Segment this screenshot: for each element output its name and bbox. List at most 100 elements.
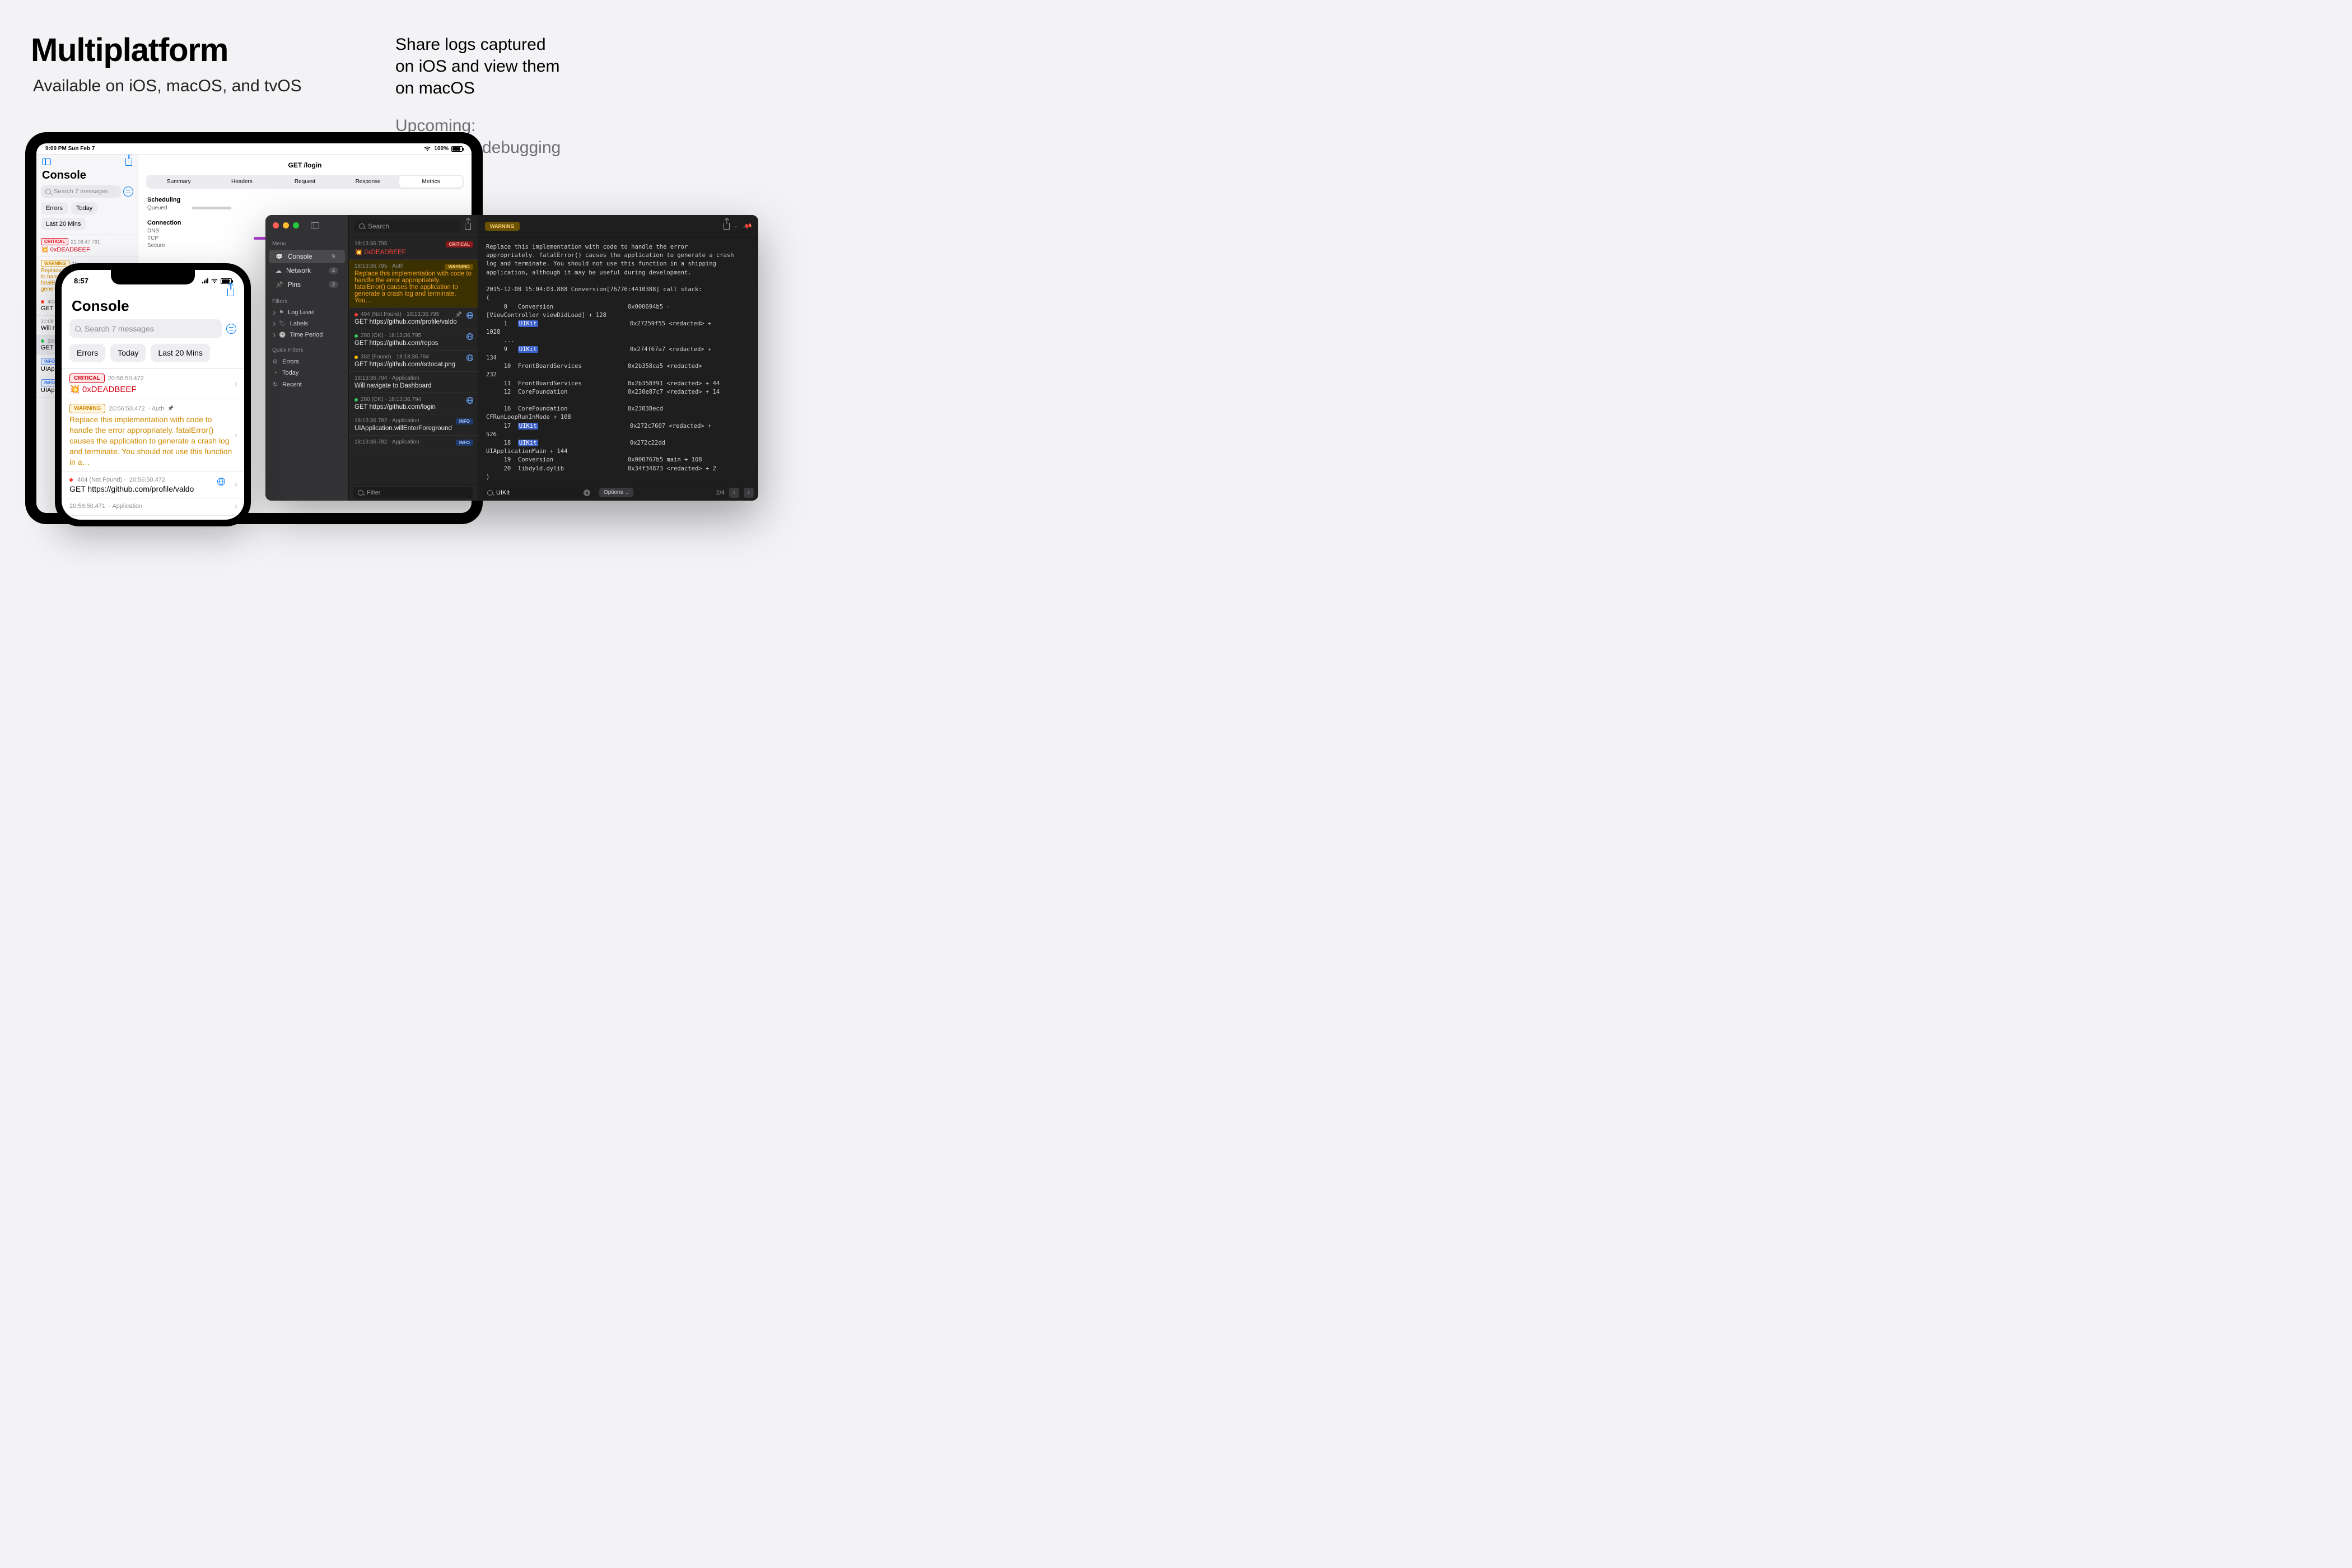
- globe-icon: [466, 312, 473, 319]
- filter-pill[interactable]: Errors: [69, 344, 105, 362]
- filter-time-period[interactable]: 🕒Time Period: [265, 329, 348, 340]
- level-badge: INFO: [456, 440, 473, 446]
- quick-filter-errors[interactable]: ⊘Errors: [265, 356, 348, 367]
- quick-filters-header: Quick Filters: [272, 347, 342, 353]
- quick-filter-today[interactable]: ◔Today: [265, 367, 348, 379]
- scheduling-label: Scheduling: [138, 189, 472, 204]
- notch: [111, 270, 195, 284]
- status-dot: [354, 356, 358, 359]
- close-button[interactable]: [273, 222, 279, 228]
- sidebar-item-console[interactable]: 💬Console9: [269, 250, 345, 263]
- filter-pill[interactable]: Last 20 Mins: [151, 344, 209, 362]
- share-icon[interactable]: [724, 223, 730, 230]
- mac-window: Menu 💬Console9☁Network4📌Pins2 Filters ⚑L…: [265, 215, 758, 501]
- filter-list-icon[interactable]: [123, 186, 133, 197]
- search-placeholder: Search 7 messages: [85, 324, 154, 333]
- prev-match-button[interactable]: ‹: [729, 488, 739, 498]
- wifi-icon: [211, 278, 218, 284]
- iphone-time: 8:57: [74, 277, 88, 285]
- console-title: Console: [62, 296, 244, 319]
- log-line: GET https://github.com/repos: [354, 340, 472, 347]
- filter-pill[interactable]: Errors: [41, 202, 68, 214]
- filter-pill[interactable]: Today: [110, 344, 146, 362]
- filter-pill[interactable]: Today: [71, 202, 97, 214]
- level-badge: WARNING: [41, 260, 69, 267]
- log-item[interactable]: 18:13:36.782 · ApplicationINFO: [349, 436, 478, 450]
- share-icon[interactable]: [465, 223, 471, 230]
- bubble-icon: 💬: [276, 253, 283, 260]
- sidebar-toggle-icon[interactable]: [311, 222, 319, 228]
- filter-pill[interactable]: Last 20 Mins: [41, 218, 86, 230]
- tab-headers[interactable]: Headers: [211, 176, 274, 188]
- log-item[interactable]: 18:13:36.795 · AuthWARNINGReplace this i…: [349, 260, 478, 308]
- search-input[interactable]: Search 7 messages: [41, 185, 121, 198]
- search-input[interactable]: Search 7 messages: [69, 319, 222, 338]
- log-line: 💥 0xDEADBEEF: [41, 246, 133, 253]
- log-item[interactable]: WARNING20:56:50.472· Auth📌Replace this i…: [62, 399, 244, 472]
- filter-input[interactable]: Filter: [353, 487, 473, 498]
- log-line: GET https://github.com/profile/valdo: [354, 319, 472, 325]
- tab-response[interactable]: Response: [337, 176, 400, 188]
- share-icon[interactable]: [227, 288, 234, 296]
- find-input[interactable]: UIKit: [483, 487, 595, 498]
- chevron-right-icon: ›: [235, 431, 237, 441]
- queued-bar: [192, 207, 231, 209]
- status-dot: [69, 478, 73, 482]
- tab-metrics[interactable]: Metrics: [399, 176, 463, 188]
- log-item[interactable]: 302 (Found) ·18:13:36.794GET https://git…: [349, 351, 478, 372]
- share-logs-line2: on iOS and view them: [395, 55, 561, 77]
- log-detail-text[interactable]: Replace this implementation with code to…: [478, 237, 758, 484]
- log-item[interactable]: 18:13:36.795CRITICAL💥 0xDEADBEEF: [349, 237, 478, 260]
- filter-log-level[interactable]: ⚑Log Level: [265, 307, 348, 318]
- dns-label: DNS: [147, 228, 170, 234]
- console-title: Console: [42, 169, 132, 182]
- page-subtitle: Available on iOS, macOS, and tvOS: [33, 77, 302, 96]
- log-item[interactable]: 20:56:50.471· Application›: [62, 498, 244, 516]
- log-item[interactable]: CRITICAL20:56:50.472💥 0xDEADBEEF›: [62, 369, 244, 399]
- sidebar-item-pins[interactable]: 📌Pins2: [269, 278, 345, 291]
- match-count: 2/4: [716, 489, 725, 496]
- log-item[interactable]: 18:13:36.794 · ApplicationWill navigate …: [349, 372, 478, 393]
- clear-icon[interactable]: [584, 489, 590, 496]
- share-icon[interactable]: [125, 158, 132, 166]
- log-item[interactable]: 18:13:36.782 · ApplicationINFOUIApplicat…: [349, 414, 478, 436]
- iphone-device-frame: 8:57 Console Search 7 messages Errors Tod…: [55, 263, 251, 526]
- log-item[interactable]: CRITICAL21:08:47.791💥 0xDEADBEEF: [36, 235, 138, 257]
- cloud-icon: ☁: [276, 267, 282, 274]
- tcp-label: TCP: [147, 235, 170, 241]
- tab-summary[interactable]: Summary: [147, 176, 211, 188]
- sidebar-item-network[interactable]: ☁Network4: [269, 264, 345, 277]
- zoom-button[interactable]: [293, 222, 299, 228]
- search-match: UIKit: [518, 346, 538, 353]
- filter-list-icon[interactable]: [226, 324, 236, 334]
- next-match-button[interactable]: ›: [744, 488, 754, 498]
- log-item[interactable]: 200 (OK) ·18:13:36.795GET https://github…: [349, 329, 478, 351]
- pin-icon: 📌: [276, 281, 283, 288]
- minimize-button[interactable]: [283, 222, 289, 228]
- search-input[interactable]: Search: [354, 220, 460, 233]
- log-line: 💥 0xDEADBEEF: [69, 384, 236, 394]
- options-dropdown[interactable]: Options⌄: [599, 488, 633, 497]
- level-badge: WARNING: [445, 264, 473, 270]
- log-item[interactable]: 404 (Not Found) ·18:13:36.795📌GET https:…: [349, 308, 478, 329]
- sidebar-toggle-icon[interactable]: [42, 158, 51, 165]
- status-dot: [354, 398, 358, 402]
- globe-icon: [466, 397, 473, 404]
- search-icon: [45, 189, 51, 194]
- tab-request[interactable]: Request: [273, 176, 337, 188]
- log-line: GET https://github.com/profile/valdo: [69, 484, 236, 493]
- log-item[interactable]: 200 (OK) ·18:13:36.794GET https://github…: [349, 393, 478, 414]
- battery-icon: [451, 146, 463, 152]
- page-title: Multiplatform: [31, 31, 302, 69]
- detail-level-badge: WARNING: [485, 222, 520, 231]
- search-icon: [359, 223, 365, 229]
- log-line: GET https://github.com/login: [354, 404, 472, 410]
- log-item[interactable]: 404 (Not Found) ·20:56:50.472GET https:/…: [62, 472, 244, 498]
- pin-icon[interactable]: 📌: [742, 221, 753, 232]
- filter-labels[interactable]: 🏷Labels: [265, 318, 348, 329]
- detail-tabs[interactable]: SummaryHeadersRequestResponseMetrics: [146, 175, 464, 189]
- share-logs-line3: on macOS: [395, 77, 561, 99]
- pin-icon: 📌: [167, 405, 174, 412]
- quick-filter-recent[interactable]: ↻Recent: [265, 379, 348, 390]
- queued-label: Queued: [147, 205, 170, 211]
